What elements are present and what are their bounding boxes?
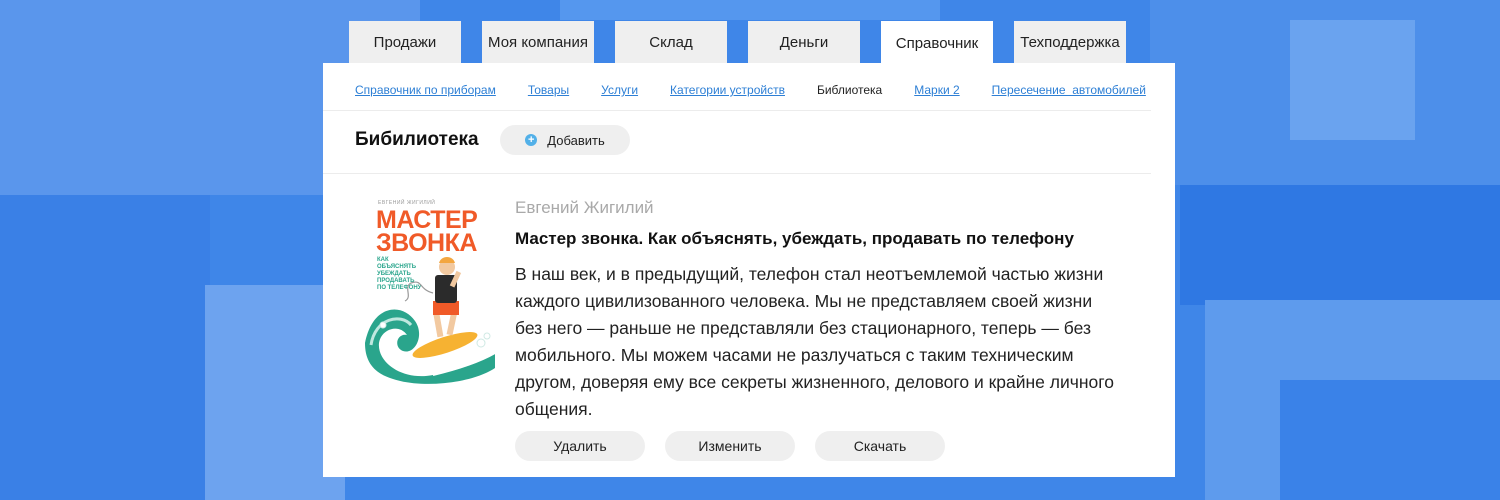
- subnav-item-services[interactable]: Услуги: [601, 83, 638, 97]
- subnav-item-brands[interactable]: Марки 2: [914, 83, 959, 97]
- book-author: Евгений Жигилий: [515, 198, 654, 217]
- subnav: Справочник по приборам Товары Услуги Кат…: [355, 83, 1163, 97]
- subnav-item-devices[interactable]: Справочник по приборам: [355, 83, 496, 97]
- main-panel: Справочник по приборам Товары Услуги Кат…: [323, 63, 1175, 477]
- bg-block: [560, 0, 940, 20]
- subnav-item-goods[interactable]: Товары: [528, 83, 569, 97]
- book-title[interactable]: Мастер звонка. Как объяснять, убеждать, …: [515, 229, 1074, 249]
- divider: [323, 110, 1151, 111]
- book-description: В наш век, и в предыдущий, телефон стал …: [515, 264, 1114, 419]
- download-button[interactable]: Скачать: [815, 431, 945, 461]
- divider: [323, 173, 1151, 174]
- bg-block: [0, 195, 210, 500]
- add-button[interactable]: + Добавить: [500, 125, 630, 155]
- tab-my-company[interactable]: Моя компания: [482, 21, 594, 63]
- delete-button[interactable]: Удалить: [515, 431, 645, 461]
- tab-sales[interactable]: Продажи: [349, 21, 461, 63]
- book-cover[interactable]: ЕВГЕНИЙ ЖИГИЛИЙ МАСТЕР ЗВОНКА КАК ОБЪЯСН…: [363, 193, 498, 388]
- page-title: Бибилиотека: [355, 129, 479, 150]
- tab-support[interactable]: Техподдержка: [1014, 21, 1126, 63]
- subnav-item-car-crossing[interactable]: Пересечение автомобилей: [992, 83, 1146, 97]
- subnav-item-device-categories[interactable]: Категории устройств: [670, 83, 785, 97]
- subnav-item-library[interactable]: Библиотека: [817, 83, 882, 97]
- bg-block: [1180, 185, 1500, 305]
- tab-money[interactable]: Деньги: [748, 21, 860, 63]
- plus-circle-icon: +: [525, 134, 538, 146]
- bg-block: [1280, 380, 1500, 500]
- bg-block: [1290, 20, 1415, 140]
- tab-warehouse[interactable]: Склад: [615, 21, 727, 63]
- tab-reference[interactable]: Справочник: [881, 21, 993, 65]
- add-button-label: Добавить: [547, 132, 605, 148]
- edit-button[interactable]: Изменить: [665, 431, 795, 461]
- surfer-illustration-icon: [365, 257, 496, 384]
